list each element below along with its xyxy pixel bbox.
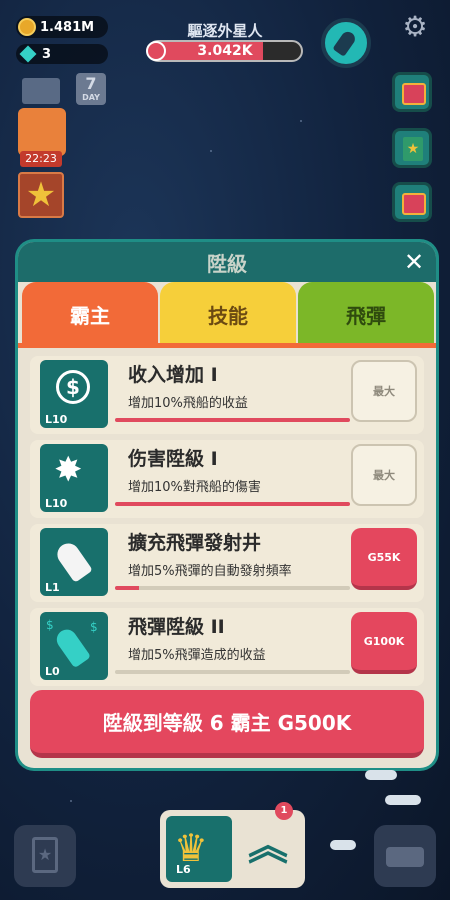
buy-button[interactable]: G55K [351,528,417,590]
row-description: 增加10%對飛船的傷害 [128,480,261,495]
rover-icon [386,847,424,867]
tab-skills[interactable]: 技能 [160,282,296,346]
star-book-button[interactable]: ★ [14,825,76,887]
mail-icon[interactable] [22,78,60,104]
row-progress [115,586,350,590]
overlord-card[interactable]: ♛ L6 ︽ [160,810,305,888]
treasure-chest-button-2[interactable] [392,182,432,222]
boss-title: 驅逐外星人 [187,22,263,40]
income-icon: $ L10 [40,360,108,428]
row-title: 伤害陞級 I [128,448,218,470]
star-book-icon: ★ [32,837,58,873]
coin-icon [18,18,36,36]
crown-icon: ♛ L6 [166,816,232,882]
upgrade-row: $ L10 收入增加 I 增加10%飛船的收益 最大 [30,356,424,434]
notification-badge: 1 [275,802,293,820]
row-progress [115,670,350,674]
crown-level: L6 [176,863,191,876]
gear-icon[interactable]: ⚙ [400,12,430,42]
tab-label: 霸主 [70,303,110,328]
treasure-chest-button[interactable] [392,72,432,112]
calendar-day-number: 7 [85,74,97,93]
rocket-radar-icon[interactable] [321,18,371,68]
coin-counter: 1.481M [16,16,108,38]
tab-overlord[interactable]: 霸主 [22,282,158,346]
row-level: L0 [45,665,60,678]
boss-health-bar: 3.042K [147,40,303,62]
calendar-day-label: DAY [82,93,100,102]
upgrade-row: ✸ L10 伤害陞級 I 增加10%對飛船的傷害 最大 [30,440,424,518]
tab-label: 飛彈 [346,303,386,328]
row-progress-fill [115,586,139,590]
tab-underline [18,343,436,348]
row-progress-fill [115,502,350,506]
tab-missiles[interactable]: 飛彈 [298,282,434,346]
upgrade-row: $ $ L0 飛彈陞級 II 增加5%飛彈造成的收益 G100K [30,608,424,686]
row-description: 增加5%飛彈的自動發射頻率 [128,564,292,579]
upgrade-row: L1 擴充飛彈發射井 增加5%飛彈的自動發射頻率 G55K [30,524,424,602]
calendar-icon[interactable]: 7 DAY [76,73,106,105]
damage-icon: ✸ L10 [40,444,108,512]
row-level: L10 [45,413,68,426]
max-button[interactable]: 最大 [351,444,417,506]
coin-amount: 1.481M [40,19,95,35]
panel-header: 陞級 ✕ [18,242,436,282]
rover-button[interactable] [374,825,436,887]
spaceship [365,770,397,780]
row-level: L10 [45,497,68,510]
tab-label: 技能 [208,303,248,328]
gift-timer: 22:23 [20,151,62,167]
gift-icon[interactable] [18,108,66,156]
panel-title: 陞級 [207,252,247,276]
chevron-up-icon: ︽ [248,823,288,869]
gem-counter: 3 [16,44,108,64]
star-book-icon: ★ [403,137,423,161]
upgrade-panel: 陞級 ✕ 霸主 技能 飛彈 $ L10 收入增加 I 增加10%飛船的收益 最大… [18,242,436,768]
row-title: 擴充飛彈發射井 [128,532,262,554]
row-progress [115,502,350,506]
row-description: 增加10%飛船的收益 [128,396,248,411]
spaceship [330,840,356,850]
max-button[interactable]: 最大 [351,360,417,422]
spaceship [385,795,421,805]
treasure-chest-icon [402,193,426,215]
row-title: 收入增加 I [128,364,218,386]
row-progress [115,418,350,422]
row-title: 飛彈陞級 II [128,616,225,638]
star-book-button[interactable]: ★ [392,128,432,168]
star-icon[interactable]: ★ [18,172,64,218]
alien-skull-icon [146,41,166,61]
row-progress-fill [115,418,350,422]
boss-health-value: 3.042K [197,43,253,59]
buy-button[interactable]: G100K [351,612,417,674]
gem-amount: 3 [42,46,52,62]
gem-icon [19,45,37,63]
row-description: 增加5%飛彈造成的收益 [128,648,266,663]
row-level: L1 [45,581,60,594]
missile-income-icon: $ $ L0 [40,612,108,680]
missile-silo-icon: L1 [40,528,108,596]
close-icon[interactable]: ✕ [400,248,428,276]
treasure-chest-icon [402,83,426,105]
upgrade-level-button[interactable]: 陞級到等級 6 霸主 G500K [30,690,424,758]
